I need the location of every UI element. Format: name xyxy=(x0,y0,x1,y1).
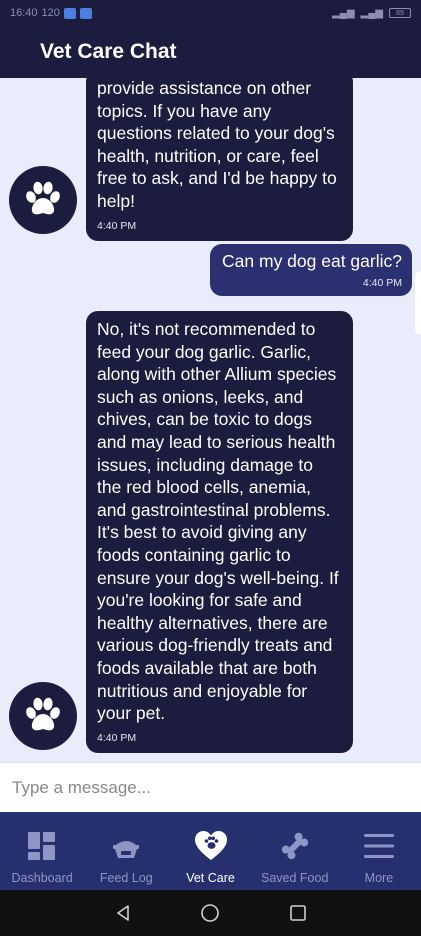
edge-panel-handle[interactable] xyxy=(415,271,421,335)
nav-more[interactable]: More xyxy=(337,812,421,890)
back-icon[interactable] xyxy=(114,904,132,922)
message-text: No, it's not recommended to feed your do… xyxy=(97,319,339,724)
nav-label: Saved Food xyxy=(261,871,329,885)
nav-saved-food[interactable]: Saved Food xyxy=(253,812,337,890)
home-icon[interactable] xyxy=(200,903,220,923)
feed-bowl-icon xyxy=(113,841,140,858)
status-extra: 120 xyxy=(41,7,60,19)
notification-icon xyxy=(79,7,92,19)
signal-icon: ▂▄▆ xyxy=(332,7,355,19)
message-input[interactable] xyxy=(12,777,409,798)
bottom-nav: Dashboard Feed Log Vet Care Saved Food M… xyxy=(0,812,421,890)
message-text: Can my dog eat garlic? xyxy=(222,251,402,271)
nav-label: Dashboard xyxy=(11,871,73,885)
nav-vet-care[interactable]: Vet Care xyxy=(168,812,252,890)
heart-paw-icon xyxy=(194,831,227,860)
nav-label: Feed Log xyxy=(99,871,153,885)
dashboard-icon xyxy=(28,832,56,860)
message-time: 4:40 PM xyxy=(97,731,137,744)
battery-icon: 89 xyxy=(389,8,411,18)
recents-icon[interactable] xyxy=(289,904,307,922)
battery-level: 89 xyxy=(396,9,404,17)
status-bar: 16:40 120 ▂▄▆ ▂▄▆ 89 xyxy=(0,0,421,26)
notification-icon xyxy=(63,7,76,19)
message-time: 4:40 PM xyxy=(362,277,402,289)
bot-message: provide assistance on other topics. If y… xyxy=(86,78,353,241)
nav-label: Vet Care xyxy=(186,871,235,885)
nav-dashboard[interactable]: Dashboard xyxy=(0,812,84,890)
menu-icon xyxy=(363,834,394,858)
system-nav-bar xyxy=(0,890,421,936)
nav-label: More xyxy=(364,871,394,885)
paw-icon xyxy=(26,697,60,731)
user-message: Can my dog eat garlic? 4:40 PM xyxy=(210,244,412,296)
message-time: 4:40 PM xyxy=(97,219,137,232)
bone-icon xyxy=(281,832,308,860)
vet-avatar xyxy=(9,166,77,234)
paw-icon xyxy=(26,181,60,215)
vet-avatar xyxy=(9,682,77,750)
status-time: 16:40 xyxy=(10,7,38,19)
signal-icon: ▂▄▆ xyxy=(360,7,383,19)
app-header: Vet Care Chat xyxy=(0,26,421,78)
message-text: provide assistance on other topics. If y… xyxy=(97,78,337,211)
chat-messages[interactable]: provide assistance on other topics. If y… xyxy=(0,78,421,762)
nav-feed-log[interactable]: Feed Log xyxy=(84,812,168,890)
message-input-bar xyxy=(0,762,421,812)
page-title: Vet Care Chat xyxy=(40,40,177,63)
bot-message: No, it's not recommended to feed your do… xyxy=(86,311,353,753)
